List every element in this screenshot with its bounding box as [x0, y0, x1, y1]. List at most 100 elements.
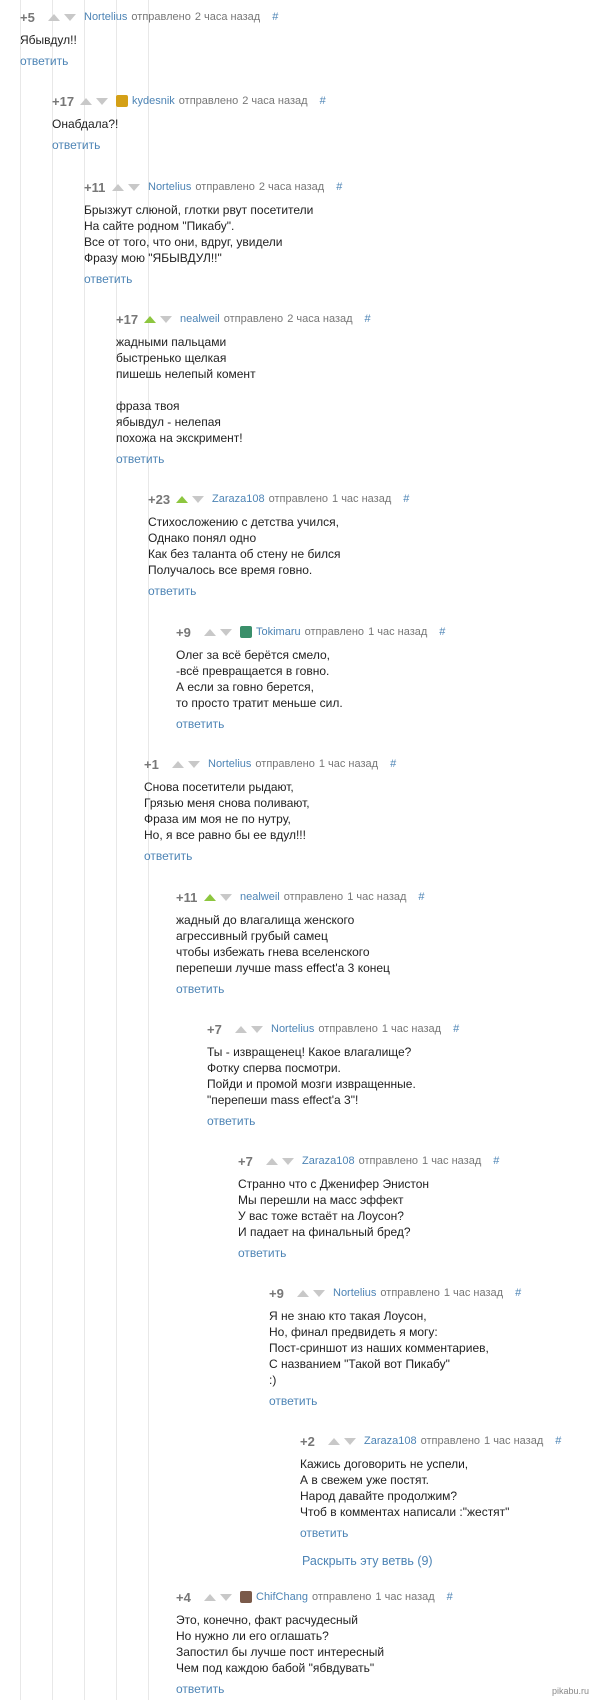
comment-permalink[interactable]: #	[439, 626, 445, 638]
reply-link[interactable]: ответить	[52, 138, 100, 152]
comment: +2 Zaraza108 отправлено 1 час назад # Ка…	[300, 1432, 561, 1542]
comment-author[interactable]: Zaraza108	[302, 1155, 355, 1167]
sent-label: отправлено	[318, 1023, 378, 1035]
upvote-icon[interactable]	[204, 1593, 216, 1601]
upvote-icon[interactable]	[297, 1289, 309, 1297]
comment-author[interactable]: Nortelius	[271, 1023, 314, 1035]
downvote-icon[interactable]	[251, 1025, 263, 1033]
reply-link[interactable]: ответить	[300, 1526, 348, 1540]
downvote-icon[interactable]	[64, 13, 76, 21]
comment-time: 1 час назад	[318, 758, 379, 770]
reply-link[interactable]: ответить	[144, 849, 192, 863]
downvote-icon[interactable]	[344, 1437, 356, 1445]
comment-permalink[interactable]: #	[515, 1287, 521, 1299]
comment-rating: +11	[84, 179, 106, 195]
comment-permalink[interactable]: #	[453, 1023, 459, 1035]
upvote-icon[interactable]	[176, 495, 188, 503]
downvote-icon[interactable]	[220, 1593, 232, 1601]
downvote-icon[interactable]	[160, 315, 172, 323]
watermark: pikabu.ru	[551, 1686, 589, 1696]
reply-link[interactable]: ответить	[84, 272, 132, 286]
comment-permalink[interactable]: #	[555, 1435, 561, 1447]
comment-rating: +9	[176, 624, 191, 640]
comment-author[interactable]: Zaraza108	[364, 1435, 417, 1447]
comment-rating: +11	[176, 889, 198, 905]
sent-label: отправлено	[255, 758, 315, 770]
sent-label: отправлено	[178, 95, 239, 107]
avatar	[240, 626, 252, 638]
comment-author[interactable]: Nortelius	[208, 758, 251, 770]
comment-header: +7 Nortelius отправлено 1 час назад #	[207, 1020, 459, 1038]
comment-author[interactable]: Zaraza108	[212, 493, 265, 505]
comment-time: 1 час назад	[347, 891, 407, 903]
comment-author[interactable]: Tokimaru	[256, 626, 301, 638]
comment-permalink[interactable]: #	[403, 493, 409, 505]
comment-author[interactable]: Nortelius	[84, 11, 127, 23]
comment-permalink[interactable]: #	[390, 758, 396, 770]
downvote-icon[interactable]	[128, 183, 140, 191]
upvote-icon[interactable]	[144, 315, 156, 323]
reply-link[interactable]: ответить	[269, 1394, 317, 1408]
comment-time: 2 часа назад	[194, 11, 261, 23]
sent-label: отправлено	[195, 181, 255, 193]
reply-link[interactable]: ответить	[207, 1114, 255, 1128]
comment: +17 nealweil отправлено 2 часа назад # ж…	[116, 310, 371, 468]
upvote-icon[interactable]	[235, 1025, 247, 1033]
comment-permalink[interactable]: #	[336, 181, 342, 193]
comment-author[interactable]: kydesnik	[132, 95, 175, 107]
sent-label: отправлено	[420, 1435, 481, 1447]
comment-permalink[interactable]: #	[418, 891, 424, 903]
sent-label: отправлено	[358, 1155, 419, 1167]
downvote-icon[interactable]	[220, 628, 232, 636]
comment: +17 kydesnik отправлено 2 часа назад # О…	[52, 92, 326, 154]
comment-rating: +9	[269, 1285, 284, 1301]
upvote-icon[interactable]	[172, 760, 184, 768]
comment-text: Ябывдул!!	[20, 33, 77, 47]
comment-time: 1 час назад	[443, 1287, 504, 1299]
reply-link[interactable]: ответить	[20, 54, 68, 68]
comment: +4 ChifChang отправлено 1 час назад # Эт…	[176, 1588, 453, 1698]
reply-link[interactable]: ответить	[176, 982, 224, 996]
expand-branch-link[interactable]: Раскрыть эту ветвь (9)	[302, 1554, 433, 1568]
comment-header: +1 Nortelius отправлено 1 час назад #	[144, 755, 396, 773]
reply-link[interactable]: ответить	[238, 1246, 286, 1260]
upvote-icon[interactable]	[80, 97, 92, 105]
upvote-icon[interactable]	[112, 183, 124, 191]
comment-author[interactable]: nealweil	[180, 313, 220, 325]
comment-time: 1 час назад	[422, 1155, 482, 1167]
reply-link[interactable]: ответить	[176, 717, 224, 731]
comment-permalink[interactable]: #	[493, 1155, 499, 1167]
reply-link[interactable]: ответить	[116, 452, 164, 466]
reply-link[interactable]: ответить	[148, 584, 196, 598]
comment-permalink[interactable]: #	[320, 95, 326, 107]
comment-author[interactable]: Nortelius	[333, 1287, 376, 1299]
downvote-icon[interactable]	[188, 760, 200, 768]
comment-permalink[interactable]: #	[365, 313, 371, 325]
downvote-icon[interactable]	[313, 1289, 325, 1297]
comment-time: 1 час назад	[375, 1591, 435, 1603]
downvote-icon[interactable]	[220, 893, 232, 901]
upvote-icon[interactable]	[266, 1157, 278, 1165]
sent-label: отправлено	[223, 313, 284, 325]
comment: +7 Nortelius отправлено 1 час назад # Ты…	[207, 1020, 459, 1130]
comment-rating: +17	[116, 311, 139, 327]
upvote-icon[interactable]	[328, 1437, 340, 1445]
comment-permalink[interactable]: #	[272, 11, 278, 23]
comment-permalink[interactable]: #	[447, 1591, 453, 1603]
comment-author[interactable]: ChifChang	[256, 1591, 308, 1603]
comment-author[interactable]: nealweil	[240, 891, 280, 903]
downvote-icon[interactable]	[96, 97, 108, 105]
downvote-icon[interactable]	[192, 495, 204, 503]
comment-rating: +2	[300, 1433, 315, 1449]
comment-time: 2 часа назад	[258, 181, 325, 193]
downvote-icon[interactable]	[282, 1157, 294, 1165]
upvote-icon[interactable]	[204, 893, 216, 901]
upvote-icon[interactable]	[204, 628, 216, 636]
comment-author[interactable]: Nortelius	[148, 181, 191, 193]
avatar	[116, 95, 128, 107]
comment-thread: +5 Nortelius отправлено 2 часа назад # Я…	[0, 0, 595, 1700]
comment-header: +23 Zaraza108 отправлено 1 час назад #	[148, 490, 409, 508]
upvote-icon[interactable]	[48, 13, 60, 21]
reply-link[interactable]: ответить	[176, 1682, 224, 1696]
comment-text: Это, конечно, факт расчудесный Но нужно …	[176, 1613, 385, 1675]
